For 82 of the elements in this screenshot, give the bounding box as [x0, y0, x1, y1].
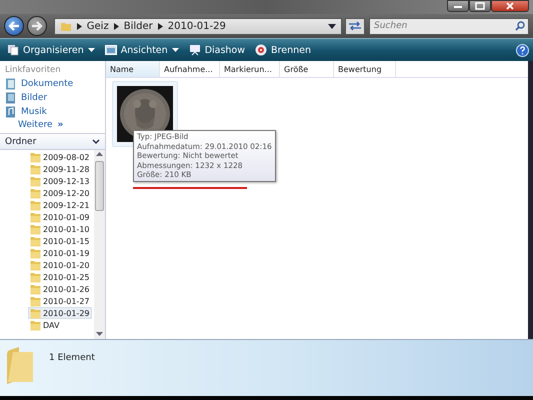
picture-icon [5, 92, 16, 104]
breadcrumb[interactable]: Geiz [86, 20, 109, 32]
forward-button[interactable] [26, 16, 47, 36]
folder-item[interactable]: 2010-01-20 [28, 259, 92, 271]
maximize-button[interactable] [469, 0, 491, 12]
folder-icon [30, 296, 41, 306]
toolbar-button[interactable]: Diashow [186, 44, 248, 56]
folder-icon [30, 236, 41, 246]
folder-item[interactable]: 2010-01-25 [28, 271, 92, 283]
folder-icon [30, 320, 41, 330]
folder-item[interactable]: 2010-01-10 [28, 223, 92, 235]
minimize-button[interactable] [447, 0, 469, 12]
folder-icon [60, 20, 72, 32]
close-icon [505, 2, 515, 10]
favorite-link[interactable]: Bilder [0, 91, 105, 105]
folder-icon [30, 212, 41, 222]
item-count: 1 Element [49, 353, 95, 363]
refresh-icon [348, 21, 362, 31]
window-icon [104, 45, 117, 55]
help-button[interactable] [516, 44, 529, 56]
scroll-up-icon [96, 152, 103, 157]
section-heading: Ordner [5, 136, 36, 146]
folder-icon [30, 188, 41, 198]
arrow-right-icon [30, 20, 44, 32]
breadcrumb[interactable]: 2010-01-29 [168, 20, 226, 32]
folder-icon [30, 284, 41, 294]
folder-icon [30, 248, 41, 258]
refresh-button[interactable] [345, 18, 365, 34]
favorite-link[interactable]: Dokumente [0, 77, 105, 91]
close-button[interactable] [491, 0, 529, 12]
column-header[interactable]: Name [106, 61, 160, 77]
projector-screen-icon [188, 44, 201, 56]
document-icon [5, 78, 16, 90]
folder-icon [30, 308, 41, 318]
folder-item[interactable]: 2009-12-13 [28, 175, 92, 187]
search-icon [515, 20, 525, 30]
folder-icon [30, 152, 41, 162]
breadcrumb[interactable]: Bilder [124, 20, 153, 32]
favorite-link[interactable]: Musik [0, 105, 105, 119]
folder-item[interactable]: 2010-01-29 [28, 307, 92, 319]
maximize-icon [475, 2, 485, 10]
folder-icon [30, 176, 41, 186]
folder-icon [30, 200, 41, 210]
folder-item[interactable]: 2009-08-02 [28, 151, 92, 163]
toolbar-button[interactable]: Brennen [252, 44, 314, 56]
folder-item[interactable]: 2010-01-26 [28, 283, 92, 295]
chevron-right-icon [158, 22, 163, 30]
folder-icon [30, 224, 41, 234]
dropdown-icon [328, 24, 336, 28]
folder-item[interactable]: 2010-01-27 [28, 295, 92, 307]
address-bar[interactable]: Geiz Bilder 2010-01-29 [54, 18, 342, 34]
folder-item[interactable]: 2009-12-20 [28, 187, 92, 199]
scrollbar[interactable] [94, 150, 105, 339]
more-link[interactable]: Weitere » [0, 119, 105, 131]
music-icon [5, 106, 16, 118]
chevron-right-icon [114, 22, 119, 30]
arrow-left-icon [6, 20, 21, 32]
pages-icon [7, 44, 19, 56]
folder-icon [5, 346, 35, 386]
toolbar-button[interactable]: Organisieren [4, 44, 98, 56]
question-mark-icon [516, 44, 529, 56]
folder-icon [30, 164, 41, 174]
folder-item[interactable]: 2010-01-19 [28, 247, 92, 259]
folder-item[interactable]: 2010-01-15 [28, 235, 92, 247]
toolbar-button[interactable]: Ansichten [102, 44, 182, 56]
search-field[interactable]: Suchen [369, 18, 529, 34]
scroll-thumb[interactable] [95, 161, 104, 211]
folder-item[interactable]: 2010-01-09 [28, 211, 92, 223]
disc-icon [255, 44, 268, 56]
folder-item[interactable]: DAV [28, 319, 62, 331]
folder-icon [30, 260, 41, 270]
caret-icon [88, 48, 95, 52]
folder-item[interactable]: 2009-12-21 [28, 199, 92, 211]
caret-icon [172, 48, 179, 52]
scroll-down-icon [96, 332, 103, 337]
minimize-icon [453, 3, 463, 9]
chevron-right-icon [76, 22, 82, 30]
back-button[interactable] [4, 16, 24, 36]
folder-icon [30, 272, 41, 282]
chevron-down-icon [92, 138, 100, 144]
section-heading: Linkfavoriten [4, 64, 62, 77]
folder-item[interactable]: 2009-11-28 [28, 163, 92, 175]
